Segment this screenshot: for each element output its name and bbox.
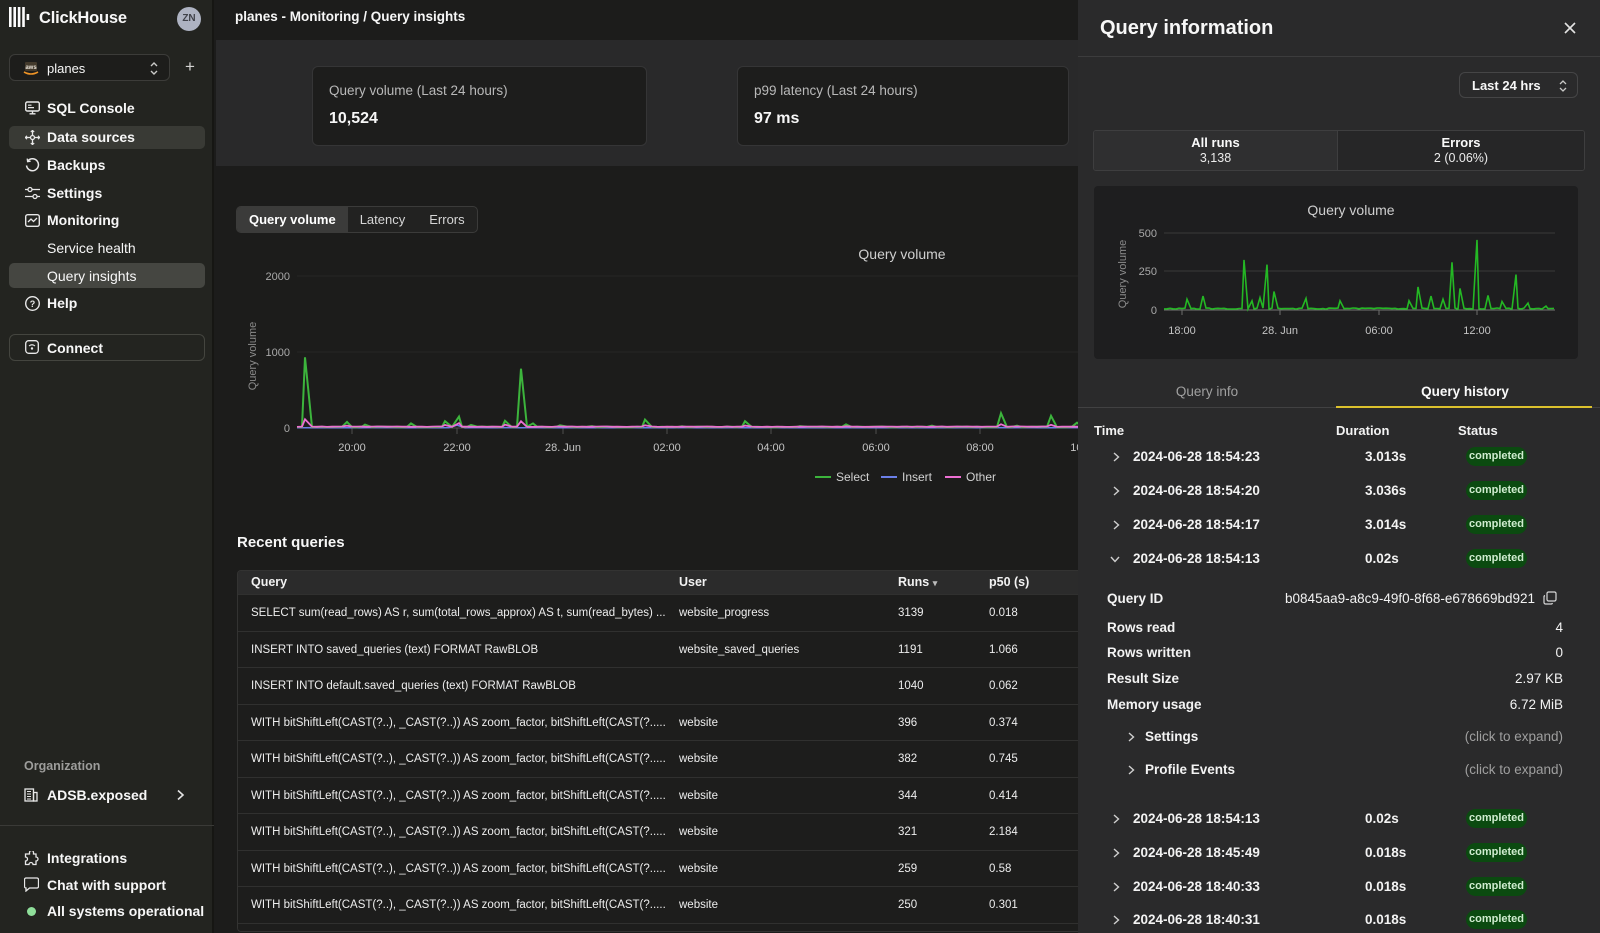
svg-text:500: 500 [1139, 228, 1157, 240]
svg-text:28. Jun: 28. Jun [1262, 325, 1298, 337]
svg-text:Other: Other [966, 470, 996, 484]
svg-text:04:00: 04:00 [757, 442, 785, 454]
svg-text:Select: Select [836, 470, 870, 484]
svg-text:250: 250 [1139, 266, 1157, 278]
svg-text:18:00: 18:00 [1168, 325, 1196, 337]
svg-text:1000: 1000 [266, 347, 290, 359]
svg-text:28. Jun: 28. Jun [545, 442, 581, 454]
svg-text:Query volume: Query volume [858, 246, 945, 262]
svg-text:Query volume: Query volume [247, 322, 259, 390]
svg-text:0: 0 [1151, 305, 1157, 317]
svg-text:06:00: 06:00 [862, 442, 890, 454]
svg-text:?: ? [30, 299, 36, 309]
svg-text:08:00: 08:00 [966, 442, 994, 454]
svg-text:Insert: Insert [902, 470, 933, 484]
svg-text:06:00: 06:00 [1365, 325, 1393, 337]
svg-text:Query volume: Query volume [1117, 240, 1129, 308]
svg-text:0: 0 [284, 423, 290, 435]
svg-text:12:00: 12:00 [1463, 325, 1491, 337]
svg-text:aws: aws [25, 65, 37, 71]
svg-text:2000: 2000 [266, 271, 290, 283]
svg-text:22:00: 22:00 [443, 442, 471, 454]
svg-text:20:00: 20:00 [338, 442, 366, 454]
svg-text:02:00: 02:00 [653, 442, 681, 454]
svg-text:Query volume: Query volume [1307, 202, 1394, 218]
